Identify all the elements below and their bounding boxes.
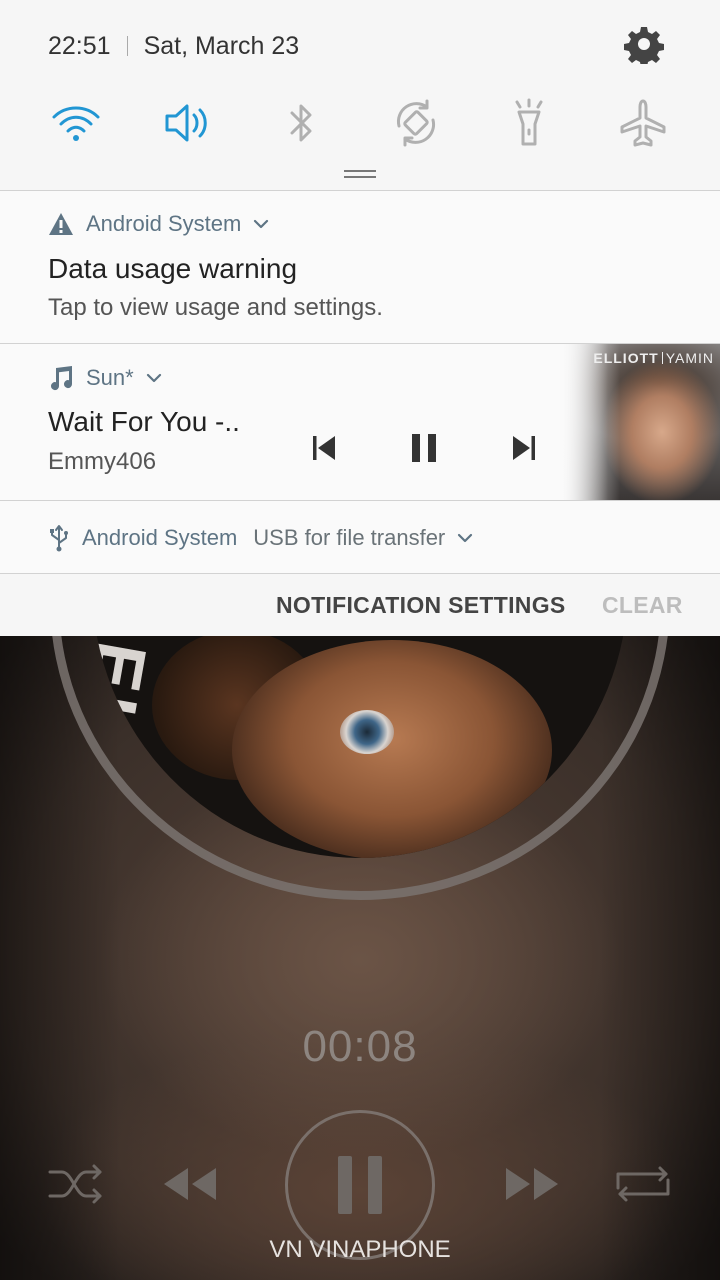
pause-icon[interactable] — [404, 428, 444, 468]
clear-button[interactable]: CLEAR — [602, 592, 683, 619]
next-track-icon[interactable] — [504, 428, 544, 468]
status-row: 22:51 Sat, March 23 — [48, 30, 299, 62]
clock: 22:51 — [48, 31, 111, 60]
notification-media[interactable]: Sun* Wait For You -.. Emmy406 ELLIOTT YAM… — [0, 343, 720, 500]
app-name: Android System — [82, 525, 238, 550]
shuffle-icon[interactable] — [46, 1162, 106, 1211]
music-note-icon — [51, 366, 73, 391]
app-name: Android System — [86, 211, 242, 236]
previous-track-icon[interactable] — [304, 428, 344, 468]
notification-settings-button[interactable]: NOTIFICATION SETTINGS — [276, 592, 566, 619]
album-art[interactable]: ELLIOTT YAMIN — [560, 344, 720, 500]
pause-icon[interactable] — [336, 1154, 384, 1221]
rewind-icon[interactable] — [162, 1166, 218, 1207]
chevron-down-icon[interactable] — [457, 533, 473, 543]
album-fade — [560, 344, 620, 500]
notification-data-warning[interactable]: Android System Data usage warning Tap to… — [0, 190, 720, 343]
fast-forward-icon[interactable] — [504, 1166, 560, 1207]
warning-icon — [49, 213, 73, 235]
repeat-icon[interactable] — [612, 1162, 674, 1211]
flashlight-icon[interactable] — [501, 95, 557, 151]
notification-text: Tap to view usage and settings. — [48, 294, 383, 321]
chevron-down-icon[interactable] — [146, 373, 162, 383]
wifi-icon[interactable] — [48, 95, 104, 151]
bluetooth-icon[interactable] — [274, 95, 330, 151]
notification-header: Android System — [48, 211, 269, 237]
album-logo: ELLIOTT YAMIN — [593, 350, 714, 366]
notification-title: Data usage warning — [48, 253, 298, 284]
notification-header: Android System USB for file transfer — [48, 524, 473, 552]
airplane-icon[interactable] — [615, 95, 671, 151]
date: Sat, March 23 — [143, 31, 300, 60]
gear-icon[interactable] — [624, 24, 664, 67]
quick-settings — [0, 95, 720, 151]
notification-header: Sun* — [48, 365, 162, 391]
carrier-label: VN VINAPHONE — [269, 1236, 451, 1263]
chevron-down-icon[interactable] — [253, 219, 269, 229]
elapsed-time: 00:08 — [302, 1022, 418, 1071]
notification-shade: 22:51 Sat, March 23 Android System Data … — [0, 0, 720, 636]
auto-rotate-icon[interactable] — [388, 95, 444, 151]
notification-text: USB for file transfer — [253, 525, 446, 550]
track-title: Wait For You -.. — [48, 406, 240, 437]
app-name: Sun* — [86, 365, 134, 390]
expand-handle[interactable] — [344, 170, 376, 178]
divider — [126, 36, 128, 56]
notification-action-bar: NOTIFICATION SETTINGS CLEAR — [0, 573, 720, 636]
track-artist: Emmy406 — [48, 448, 157, 475]
notification-usb[interactable]: Android System USB for file transfer — [0, 500, 720, 573]
usb-icon — [50, 525, 68, 552]
sound-icon[interactable] — [161, 95, 217, 151]
